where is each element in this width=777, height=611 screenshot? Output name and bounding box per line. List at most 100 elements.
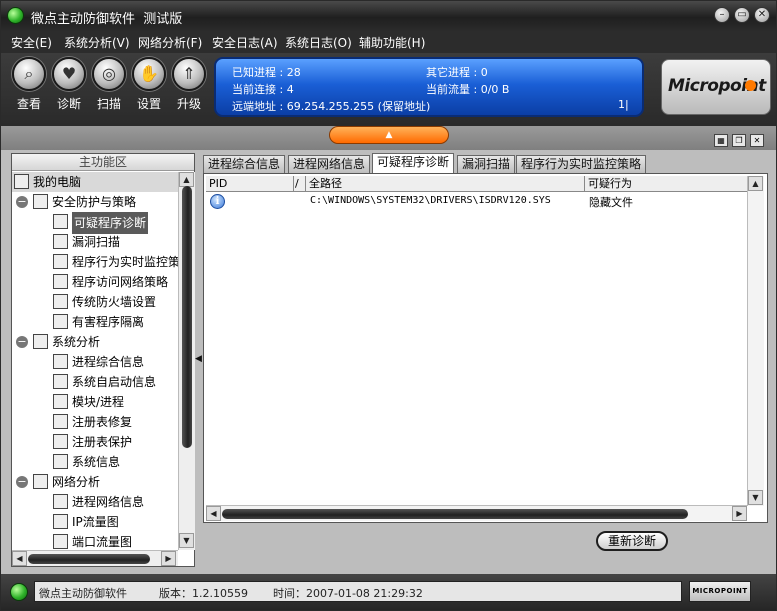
tree-item[interactable]: 我的电脑 [12, 172, 178, 192]
network-analysis-icon [33, 474, 48, 489]
toolbar-strip: ▲ ▦ ❐ ✕ [1, 126, 776, 150]
magnifier-icon: ⌕ [12, 57, 46, 91]
scan-button[interactable]: ◎ 扫描 [89, 57, 129, 112]
column-full-path[interactable]: 全路径 [306, 176, 585, 192]
column-suspicious-behavior[interactable]: 可疑行为 [585, 176, 747, 192]
tree-scroll-thumb[interactable] [182, 186, 192, 448]
autostart-icon [53, 374, 68, 389]
main-window: 微点主动防御软件 测试版 – ▭ ✕ 安全(E) 系统分析(V) 网络分析(F)… [0, 0, 777, 611]
network-policy-icon [53, 274, 68, 289]
list-scroll-down-icon[interactable]: ▼ [748, 490, 763, 505]
layout-icon[interactable]: ▦ [714, 134, 728, 147]
scroll-right-icon[interactable]: ▶ [161, 551, 176, 566]
list-horizontal-scrollbar[interactable]: ◀ ▶ [206, 505, 747, 521]
tree-item[interactable]: 系统信息 [12, 452, 178, 472]
info-icon: i [210, 194, 225, 209]
tree-item-label: 系统自启动信息 [72, 375, 157, 389]
list-header: PID / 全路径 可疑行为 [206, 176, 747, 192]
upgrade-arrow-icon: ⇑ [172, 57, 206, 91]
tree-item[interactable]: 程序行为实时监控策略 [12, 252, 178, 272]
tab-bar: 进程综合信息 进程网络信息 可疑程序诊断 漏洞扫描 程序行为实时监控策略 [203, 153, 768, 173]
protection-status-icon [10, 583, 28, 601]
firewall-icon [53, 294, 68, 309]
restore-icon[interactable]: ❐ [732, 134, 746, 147]
scroll-up-icon[interactable]: ▲ [179, 172, 194, 187]
list-hscroll-thumb[interactable] [222, 509, 688, 519]
close-button[interactable]: ✕ [754, 7, 770, 23]
tab-process-info[interactable]: 进程综合信息 [203, 155, 286, 173]
collapse-toolbar-button[interactable]: ▲ [329, 126, 449, 144]
main-area: 主功能区 我的电脑−安全防护与策略可疑程序诊断漏洞扫描程序行为实时监控策略程序访… [1, 150, 776, 574]
upgrade-button[interactable]: ⇑ 升级 [169, 57, 209, 112]
ip-traffic-icon [53, 514, 68, 529]
menu-network-analysis[interactable]: 网络分析(F) [138, 34, 202, 51]
tree-item-label: 我的电脑 [33, 175, 82, 189]
tree-toggle-icon[interactable]: − [16, 336, 28, 348]
tree-item-label: 可疑程序诊断 [72, 212, 149, 234]
menu-system-log[interactable]: 系统日志(O) [285, 34, 352, 51]
tree-item-label: 传统防火墙设置 [72, 295, 157, 309]
menu-tools[interactable]: 辅助功能(H) [359, 34, 425, 51]
menu-system-analysis[interactable]: 系统分析(V) [64, 34, 130, 51]
tree-hscroll-thumb[interactable] [28, 554, 150, 564]
menu-security[interactable]: 安全(E) [11, 34, 52, 51]
status-field: 微点主动防御软件 版本：1.2.10559 时间：2007-01-08 21:2… [34, 581, 682, 602]
status-time: 时间：2007-01-08 21:29:32 [273, 587, 423, 600]
tab-behavior-monitor[interactable]: 程序行为实时监控策略 [516, 155, 647, 173]
tree-item-label: 安全防护与策略 [52, 195, 137, 209]
tree-item[interactable]: 进程网络信息 [12, 492, 178, 512]
tree-item[interactable]: 系统自启动信息 [12, 372, 178, 392]
computer-icon [14, 174, 29, 189]
tree-toggle-icon[interactable]: − [16, 476, 28, 488]
function-panel: 主功能区 我的电脑−安全防护与策略可疑程序诊断漏洞扫描程序行为实时监控策略程序访… [11, 153, 195, 567]
settings-button[interactable]: ✋ 设置 [129, 57, 169, 112]
tree-item-label: 程序访问网络策略 [72, 275, 169, 289]
column-sort[interactable]: / [292, 176, 306, 192]
tab-suspicious-diagnosis[interactable]: 可疑程序诊断 [372, 153, 455, 173]
list-scroll-right-icon[interactable]: ▶ [732, 506, 747, 521]
list-vertical-scrollbar[interactable]: ▲ ▼ [747, 176, 764, 506]
tree-toggle-icon[interactable]: − [16, 196, 28, 208]
tree-item[interactable]: 传统防火墙设置 [12, 292, 178, 312]
menu-bar: 安全(E) 系统分析(V) 网络分析(F) 安全日志(A) 系统日志(O) 辅助… [1, 31, 776, 53]
tree-horizontal-scrollbar[interactable]: ◀ ▶ [12, 550, 178, 566]
tree-vertical-scrollbar[interactable]: ▲ ▼ [178, 172, 195, 550]
column-pid[interactable]: PID [206, 176, 294, 192]
maximize-button[interactable]: ▭ [734, 7, 750, 23]
panel-close-icon[interactable]: ✕ [750, 134, 764, 147]
system-info-icon [53, 454, 68, 469]
status-app-name: 微点主动防御软件 [39, 587, 127, 600]
tree-item[interactable]: 漏洞扫描 [12, 232, 178, 252]
known-processes: 已知进程 : 28 [232, 66, 301, 79]
rediagnose-button[interactable]: 重新诊断 [596, 531, 668, 551]
menu-security-log[interactable]: 安全日志(A) [212, 34, 278, 51]
tree-item[interactable]: 可疑程序诊断 [12, 212, 178, 234]
tree-item[interactable]: − 安全防护与策略 [12, 192, 178, 212]
tree-item[interactable]: 程序访问网络策略 [12, 272, 178, 292]
tree-item[interactable]: − 网络分析 [12, 472, 178, 492]
scroll-down-icon[interactable]: ▼ [179, 533, 194, 548]
tree-item[interactable]: 有害程序隔离 [12, 312, 178, 332]
list-scroll-up-icon[interactable]: ▲ [748, 176, 763, 191]
view-button[interactable]: ⌕ 查看 [9, 57, 49, 112]
diagnose-button[interactable]: ♥ 诊断 [49, 57, 89, 112]
tree-item-label: 系统分析 [52, 335, 101, 349]
logo-dot-icon [745, 80, 756, 91]
tree-item[interactable]: IP流量图 [12, 512, 178, 532]
remote-address: 远端地址 : 69.254.255.255 (保留地址) [232, 100, 431, 113]
list-scroll-left-icon[interactable]: ◀ [206, 506, 221, 521]
tree-item[interactable]: 端口流量图 [12, 532, 178, 550]
scroll-left-icon[interactable]: ◀ [12, 551, 27, 566]
minimize-button[interactable]: – [714, 7, 730, 23]
tree-item[interactable]: 模块/进程 [12, 392, 178, 412]
tree-item[interactable]: 注册表保护 [12, 432, 178, 452]
tree-item[interactable]: 注册表修复 [12, 412, 178, 432]
tab-process-network[interactable]: 进程网络信息 [288, 155, 371, 173]
tree-item-label: 有害程序隔离 [72, 315, 145, 329]
tree-item[interactable]: 进程综合信息 [12, 352, 178, 372]
panel-splitter-icon[interactable]: ◀ [195, 354, 202, 364]
tree-item-label: 进程综合信息 [72, 355, 145, 369]
tree-item[interactable]: − 系统分析 [12, 332, 178, 352]
scan-label: 扫描 [96, 97, 121, 111]
tab-vulnerability-scan[interactable]: 漏洞扫描 [457, 155, 516, 173]
